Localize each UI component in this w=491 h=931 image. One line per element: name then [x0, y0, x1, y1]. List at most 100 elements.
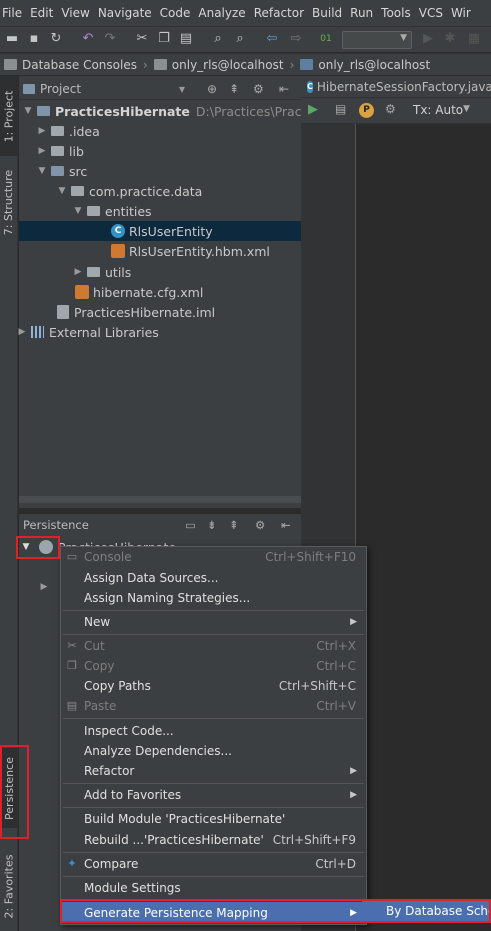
tab-hibernatesessionfactory[interactable]: HibernateSessionFactory.java	[317, 80, 491, 94]
menu-item-console[interactable]: ▭ Console Ctrl+Shift+F10	[61, 547, 366, 567]
tab-persistence[interactable]: Persistence	[0, 748, 18, 828]
tab-favorites[interactable]: 2: Favorites	[0, 846, 18, 926]
parameters-icon[interactable]: P	[359, 103, 374, 118]
find-icon[interactable]: ⌕	[210, 31, 226, 47]
replace-icon[interactable]: ⌕	[232, 31, 248, 47]
copy-icon[interactable]: ❐	[156, 31, 172, 47]
expand-all-icon[interactable]: ⇟	[207, 518, 217, 532]
chevron-down-icon: ▼	[463, 104, 470, 114]
menu-view[interactable]: View	[61, 6, 89, 20]
tx-mode-select[interactable]: Tx: Auto	[413, 103, 463, 117]
tree-item-hbm-xml[interactable]: RlsUserEntity.hbm.xml	[111, 241, 270, 261]
horizontal-scrollbar[interactable]	[19, 496, 301, 503]
forward-icon[interactable]: ⇨	[288, 31, 304, 47]
menu-window[interactable]: Wir	[451, 6, 471, 20]
expand-arrow-icon[interactable]: ▶	[37, 146, 47, 156]
expand-arrow-icon[interactable]: ▼	[21, 542, 31, 552]
redo-icon[interactable]: ↷	[102, 31, 118, 47]
run-config-select[interactable]: ▼	[342, 31, 412, 49]
breadcrumb-item[interactable]: only_rls@localhost	[153, 58, 284, 72]
tree-item-package[interactable]: ▼ com.practice.data	[57, 181, 203, 201]
breadcrumb-item[interactable]: Database Consoles	[4, 58, 137, 72]
collapse-icon[interactable]: ⇞	[229, 518, 239, 532]
save-icon[interactable]: ▪	[26, 31, 42, 47]
menu-code[interactable]: Code	[160, 6, 191, 20]
tree-item-iml[interactable]: PracticesHibernate.iml	[57, 302, 215, 322]
tree-item-rlsuserentity[interactable]: C RlsUserEntity	[19, 221, 301, 241]
coverage-icon[interactable]: ▦	[466, 31, 482, 47]
build-icon[interactable]: 01	[318, 31, 334, 47]
menu-item-compare[interactable]: ✦ Compare Ctrl+D	[61, 854, 366, 874]
persistence-panel-header: Persistence ▭ ⇟ ⇞ ⚙ ⇤	[23, 518, 291, 532]
expand-arrow-icon[interactable]: ▶	[17, 327, 27, 337]
menu-item-rebuild[interactable]: Rebuild ...'PracticesHibernate' Ctrl+Shif…	[61, 830, 366, 850]
menu-item-module-settings[interactable]: Module Settings	[61, 878, 366, 898]
menu-item-build-module[interactable]: Build Module 'PracticesHibernate'	[61, 809, 366, 829]
gear-icon[interactable]: ⚙	[253, 82, 264, 96]
menu-item-inspect-code[interactable]: Inspect Code...	[61, 721, 366, 741]
hide-icon[interactable]: ⇤	[281, 518, 291, 532]
debug-icon[interactable]: ✱	[442, 31, 458, 47]
execute-icon[interactable]: ▶	[308, 102, 318, 117]
menu-item-copy-paths[interactable]: Copy Paths Ctrl+Shift+C	[61, 676, 366, 696]
tree-item-lib[interactable]: ▶ lib	[37, 141, 84, 161]
tab-project[interactable]: 1: Project	[0, 76, 18, 156]
tree-item-idea[interactable]: ▶ .idea	[37, 121, 100, 141]
breadcrumb-separator: ›	[289, 57, 295, 72]
expand-arrow-icon[interactable]: ▼	[37, 166, 47, 176]
tree-item-project-root[interactable]: ▼ PracticesHibernate D:\Practices\Practice…	[23, 101, 344, 121]
cut-icon[interactable]: ✂	[134, 31, 150, 47]
settings-icon[interactable]: ⚙	[385, 102, 396, 116]
menu-navigate[interactable]: Navigate	[98, 6, 152, 20]
menu-refactor[interactable]: Refactor	[254, 6, 304, 20]
menu-item-assign-data-sources[interactable]: Assign Data Sources...	[61, 568, 366, 588]
menu-item-generate-persistence-mapping[interactable]: Generate Persistence Mapping ▶	[61, 902, 366, 923]
expand-arrow-icon[interactable]: ▶	[73, 267, 83, 277]
menu-item-add-to-favorites[interactable]: Add to Favorites ▶	[61, 785, 366, 805]
dropdown-arrow-icon[interactable]: ▾	[179, 82, 185, 96]
tree-item-external-libraries[interactable]: ▶ External Libraries	[17, 322, 159, 342]
menu-file[interactable]: File	[2, 6, 22, 20]
history-icon[interactable]: ▤	[335, 102, 346, 116]
menu-separator	[63, 718, 364, 719]
tree-item-src[interactable]: ▼ src	[37, 161, 88, 181]
sync-icon[interactable]: ↻	[48, 31, 64, 47]
back-icon[interactable]: ⇦	[264, 31, 280, 47]
menu-build[interactable]: Build	[312, 6, 342, 20]
menu-item-new[interactable]: New ▶	[61, 612, 366, 632]
breadcrumb-item[interactable]: only_rls@localhost	[300, 58, 430, 72]
expand-arrow-icon[interactable]: ▶	[37, 126, 47, 136]
undo-icon[interactable]: ↶	[80, 31, 96, 47]
folder-icon	[51, 126, 64, 136]
tree-item-hibernate-cfg[interactable]: hibernate.cfg.xml	[75, 282, 203, 302]
menu-run[interactable]: Run	[350, 6, 373, 20]
menu-analyze[interactable]: Analyze	[198, 6, 245, 20]
persistence-subitem[interactable]: ▶	[39, 577, 53, 597]
menu-tools[interactable]: Tools	[381, 6, 411, 20]
menu-item-cut[interactable]: ✂ Cut Ctrl+X	[61, 636, 366, 656]
expand-arrow-icon[interactable]: ▼	[23, 106, 33, 116]
gear-icon[interactable]: ⚙	[255, 518, 265, 532]
submenu-by-database-schema[interactable]: By Database Schema	[362, 900, 491, 922]
paste-icon[interactable]: ▤	[178, 31, 194, 47]
menu-item-refactor[interactable]: Refactor ▶	[61, 761, 366, 781]
menu-edit[interactable]: Edit	[30, 6, 53, 20]
expand-arrow-icon[interactable]: ▼	[57, 186, 67, 196]
collapse-icon[interactable]: ⇞	[229, 82, 239, 96]
menu-item-analyze-dependencies[interactable]: Analyze Dependencies...	[61, 741, 366, 761]
hide-icon[interactable]: ⇤	[279, 82, 289, 96]
menu-item-paste[interactable]: ▤ Paste Ctrl+V	[61, 696, 366, 716]
target-icon[interactable]: ⊕	[207, 82, 217, 96]
diagram-icon[interactable]: ▭	[185, 518, 196, 532]
run-icon[interactable]: ▶	[420, 31, 436, 47]
tab-structure[interactable]: 7: Structure	[0, 164, 18, 240]
tree-item-utils[interactable]: ▶ utils	[73, 262, 132, 282]
menu-item-assign-naming-strategies[interactable]: Assign Naming Strategies...	[61, 588, 366, 608]
open-folder-icon[interactable]: ▬	[4, 31, 20, 47]
submenu-arrow-icon: ▶	[350, 907, 357, 918]
menu-item-copy[interactable]: ❐ Copy Ctrl+C	[61, 656, 366, 676]
menu-vcs[interactable]: VCS	[419, 6, 443, 20]
expand-arrow-icon[interactable]: ▼	[73, 206, 83, 216]
tree-item-entities[interactable]: ▼ entities	[73, 201, 152, 221]
expand-arrow-icon[interactable]: ▶	[39, 582, 49, 592]
